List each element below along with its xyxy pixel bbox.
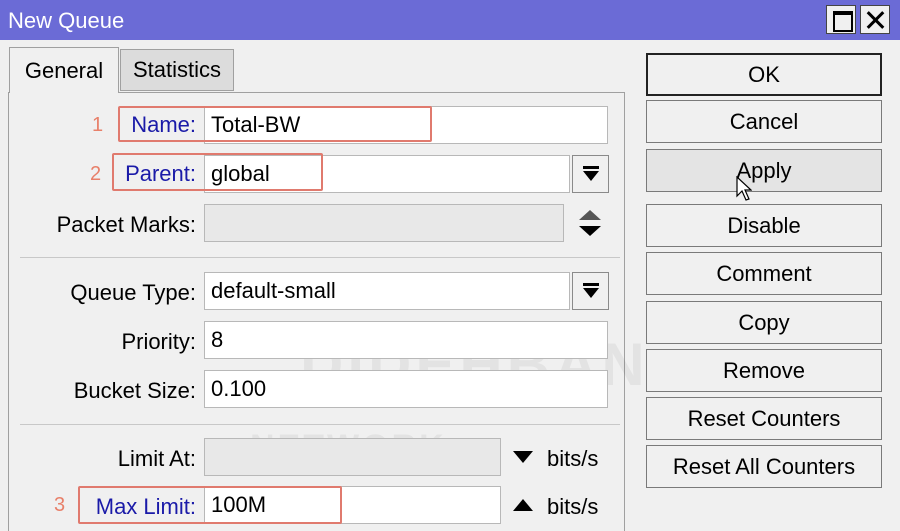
ok-button[interactable]: OK	[646, 53, 882, 96]
bucket-size-label: Bucket Size:	[73, 378, 196, 403]
close-icon[interactable]	[860, 5, 890, 34]
tab-statistics[interactable]: Statistics	[120, 49, 234, 91]
packet-marks-label: Packet Marks:	[56, 212, 196, 237]
dropdown-arrow-icon	[583, 283, 599, 298]
separator	[20, 424, 620, 425]
tab-general[interactable]: General	[9, 47, 119, 93]
maximize-icon[interactable]	[826, 5, 856, 34]
max-limit-highlight	[78, 486, 342, 524]
up-down-icon[interactable]	[578, 208, 602, 238]
limit-at-unit: bits/s	[547, 446, 599, 471]
cancel-button[interactable]: Cancel	[646, 100, 882, 143]
reset-all-counters-button[interactable]: Reset All Counters	[646, 445, 882, 488]
priority-label: Priority:	[121, 329, 196, 354]
up-arrow-icon[interactable]	[512, 498, 534, 512]
down-arrow-icon[interactable]	[512, 450, 534, 464]
reset-counters-button[interactable]: Reset Counters	[646, 397, 882, 440]
name-highlight	[118, 106, 432, 142]
priority-input[interactable]: 8	[204, 321, 608, 359]
disable-button[interactable]: Disable	[646, 204, 882, 247]
queue-type-dropdown-button[interactable]	[572, 272, 609, 310]
queue-type-label: Queue Type:	[70, 280, 196, 305]
packet-marks-input[interactable]	[204, 204, 564, 242]
max-limit-unit: bits/s	[547, 494, 599, 519]
mouse-cursor-icon	[736, 176, 752, 201]
parent-highlight	[112, 153, 323, 191]
comment-button[interactable]: Comment	[646, 252, 882, 295]
limit-at-label: Limit At:	[117, 446, 196, 471]
dropdown-arrow-icon	[583, 166, 599, 181]
window-title: New Queue	[8, 8, 125, 33]
title-bar[interactable]: New Queue	[0, 0, 900, 40]
queue-type-select[interactable]: default-small	[204, 272, 570, 310]
limit-at-input[interactable]	[204, 438, 501, 476]
copy-button[interactable]: Copy	[646, 301, 882, 344]
apply-button[interactable]: Apply	[646, 149, 882, 192]
parent-dropdown-button[interactable]	[572, 155, 609, 193]
separator	[20, 257, 620, 258]
remove-button[interactable]: Remove	[646, 349, 882, 392]
bucket-size-input[interactable]: 0.100	[204, 370, 608, 408]
